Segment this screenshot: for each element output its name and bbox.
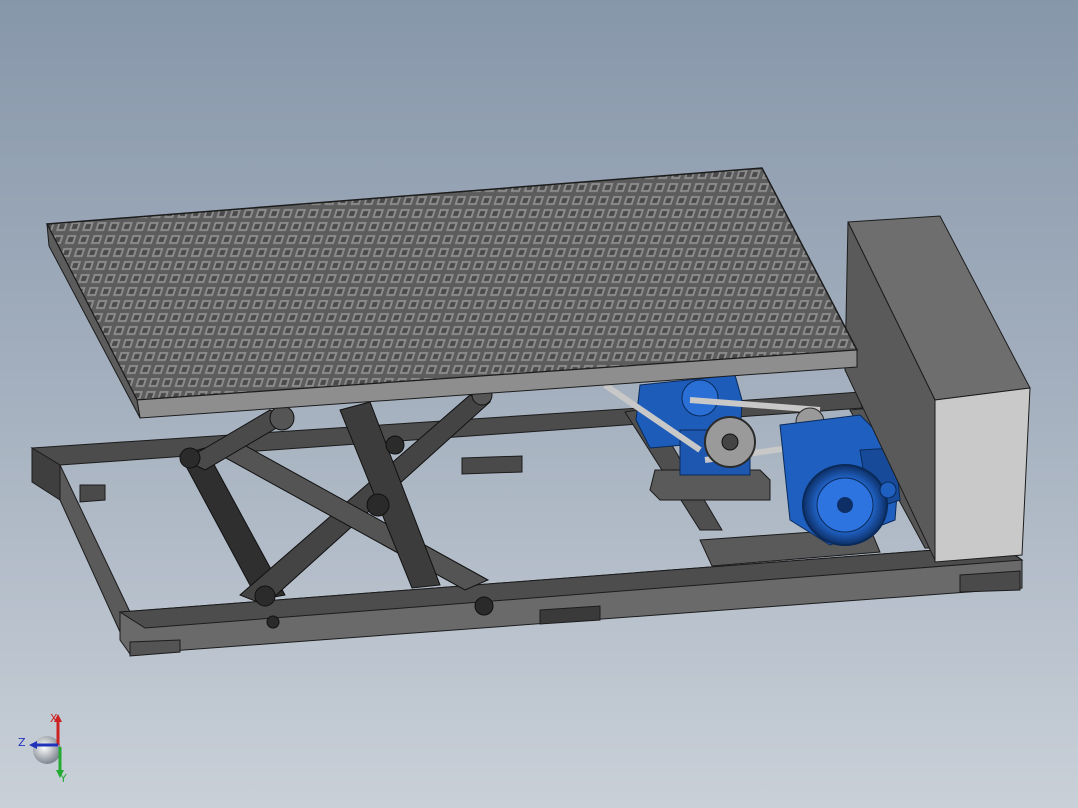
triad-y-label: Y: [59, 772, 67, 785]
triad-z-arrow-icon: [29, 741, 37, 749]
graphics-viewport[interactable]: X Z Y: [0, 0, 1078, 808]
triad-z-label: Z: [18, 736, 26, 749]
triad-x-label: X: [50, 712, 58, 725]
scissor-lift-arms: [179, 384, 493, 607]
model-canvas[interactable]: X Z Y: [0, 0, 1078, 808]
view-orientation-triad[interactable]: X Z Y: [18, 712, 67, 785]
